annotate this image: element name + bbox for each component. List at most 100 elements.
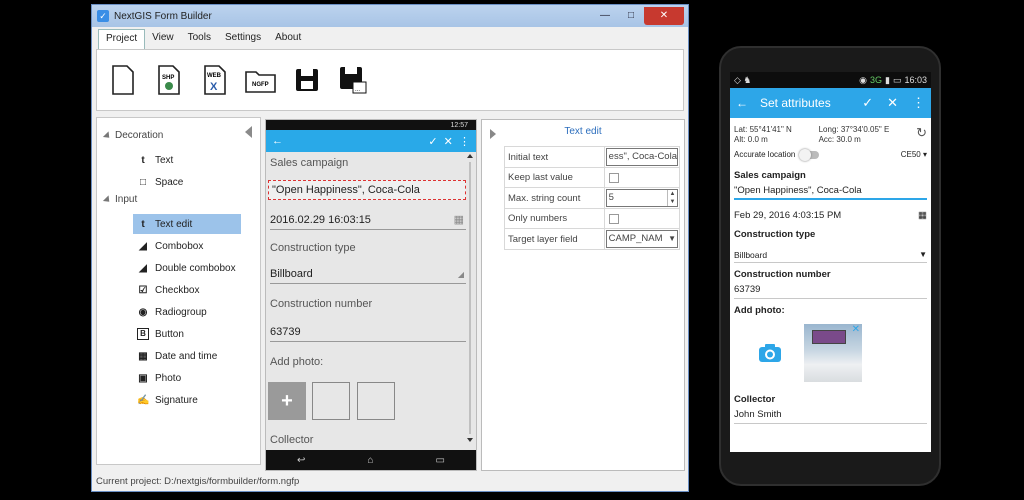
prop-label: Keep last value [504, 167, 605, 188]
preview-date-field[interactable]: 2016.02.29 16:03:15 ▦ [270, 212, 466, 230]
tree-item-signature[interactable]: ✍ Signature [133, 390, 241, 410]
target-layer-field-value: CAMP_NAM [608, 233, 663, 244]
preview-construction-number-field[interactable]: 63739 [270, 324, 466, 342]
accuracy: Acc: 30.0 m [818, 135, 861, 144]
ngfp-folder-icon[interactable]: NGFP [243, 60, 279, 100]
shp-file-icon[interactable]: SHP [151, 60, 187, 100]
apply-check-icon[interactable]: ✓ [862, 95, 873, 111]
menu-project[interactable]: Project [98, 29, 146, 49]
location-info: Lat: 55°41'41" N Alt: 0.0 m Long: 37°34'… [730, 118, 931, 145]
save-as-icon[interactable]: ... [335, 60, 371, 100]
prop-label: Max. string count [504, 187, 605, 209]
max-string-count-spinbox[interactable]: 5 ▲ ▼ [605, 189, 678, 207]
gps-icon: ◉ [859, 74, 867, 85]
photo-icon: ▣ [138, 372, 148, 384]
preview-actions: ✓ ✕ ⋮ [428, 135, 470, 148]
construction-type-select[interactable]: Billboard ▼ [734, 248, 927, 263]
target-layer-field-select[interactable]: CAMP_NAM ▼ [605, 230, 678, 248]
android-phone: ◇ ♞ ◉ 3G ▮ ▭ 16:03 ← Set attributes ✓ ✕ … [719, 46, 941, 486]
close-button[interactable]: ✕ [644, 7, 684, 25]
tree-item-combobox[interactable]: ◢ Combobox [133, 236, 241, 256]
tree-item-label: Checkbox [155, 284, 200, 296]
tree-item-button[interactable]: B Button [133, 324, 241, 344]
photo-thumbnail[interactable]: ✕ [804, 324, 862, 382]
preview-add-photo-label: Add photo: [270, 356, 324, 368]
maximize-button[interactable]: □ [618, 7, 644, 25]
initial-text-input[interactable]: ess", Coca-Cola [605, 148, 678, 166]
tree-item-radiogroup[interactable]: ◉ Radiogroup [133, 302, 241, 322]
preview-construction-type-value: Billboard [270, 268, 313, 280]
ce-select[interactable]: CE50 ▾ [901, 150, 927, 159]
menu-tools[interactable]: Tools [181, 29, 218, 49]
menu-view[interactable]: View [145, 29, 181, 49]
tree-item-space[interactable]: □ Space [133, 172, 241, 192]
menu-about[interactable]: About [268, 29, 308, 49]
preview-sales-campaign-field[interactable]: "Open Happiness", Coca-Cola [268, 180, 466, 200]
back-arrow-icon: ← [272, 135, 283, 147]
tree-item-text-edit[interactable]: t Text edit [133, 214, 241, 234]
camera-icon[interactable] [750, 333, 790, 373]
dropdown-corner-icon: ◢ [457, 270, 464, 279]
battery-icon: ▭ [892, 74, 902, 85]
group-input[interactable]: Input [102, 194, 137, 205]
home-nav-icon: ⌂ [367, 454, 374, 466]
tree-item-date-and-time[interactable]: ▦ Date and time [133, 346, 241, 366]
save-icon[interactable] [289, 60, 325, 100]
tree-item-checkbox[interactable]: ☑ Checkbox [133, 280, 241, 300]
web-file-icon[interactable]: WEB X [197, 60, 233, 100]
only-numbers-checkbox[interactable] [608, 213, 619, 224]
collector-input[interactable]: John Smith [734, 409, 927, 424]
altitude: Alt: 0.0 m [734, 135, 768, 144]
phone-time: 16:03 [904, 75, 927, 85]
prop-row: Target layer field CAMP_NAM ▼ [504, 228, 681, 250]
expand-caret-icon [102, 194, 113, 205]
collector-label: Collector [734, 394, 776, 405]
remove-photo-icon[interactable]: ✕ [852, 324, 860, 335]
phone-status-bar: ◇ ♞ ◉ 3G ▮ ▭ 16:03 [730, 72, 931, 88]
date-field[interactable]: Feb 29, 2016 4:03:15 PM ▦ [734, 208, 927, 223]
ce-value: CE50 [900, 150, 921, 159]
billboard-image [812, 330, 846, 344]
refresh-icon[interactable]: ↻ [916, 125, 927, 145]
date-value: Feb 29, 2016 4:03:15 PM [734, 209, 842, 221]
add-photo-plus-icon[interactable]: + [268, 382, 306, 420]
tree-item-photo[interactable]: ▣ Photo [133, 368, 241, 388]
accurate-location-toggle[interactable] [799, 148, 820, 161]
recent-nav-icon: ▭ [435, 454, 445, 466]
overflow-menu-icon[interactable]: ⋮ [912, 95, 925, 111]
text-icon: t [141, 154, 145, 166]
photo-slot[interactable] [357, 382, 395, 420]
prop-label: Only numbers [504, 208, 605, 229]
accurate-location-row: Accurate location CE50 ▾ [730, 145, 931, 164]
cancel-close-icon[interactable]: ✕ [887, 95, 898, 111]
signature-icon: ✍ [137, 394, 150, 406]
new-file-icon[interactable] [105, 60, 141, 100]
tree-item-label: Photo [155, 372, 182, 384]
calendar-icon[interactable]: ▦ [918, 210, 927, 222]
sales-campaign-input[interactable]: "Open Happiness", Coca-Cola [734, 185, 927, 200]
minimize-button[interactable]: — [592, 7, 618, 25]
construction-type-value: Billboard [734, 250, 768, 260]
collapse-arrow-icon[interactable] [245, 126, 252, 138]
tree-item-double-combobox[interactable]: ◢ Double combobox [133, 258, 241, 278]
keep-last-value-checkbox[interactable] [608, 172, 619, 183]
tree-item-text[interactable]: t Text [133, 150, 241, 170]
calendar-icon: ▦ [138, 350, 148, 362]
spinner-arrows-icon[interactable]: ▲ ▼ [667, 190, 677, 206]
group-decoration[interactable]: Decoration [102, 130, 164, 141]
prop-row: Max. string count 5 ▲ ▼ [504, 187, 681, 209]
properties-table: Initial text ess", Coca-Cola Keep last v… [504, 146, 681, 250]
back-arrow-icon[interactable]: ← [736, 96, 748, 110]
construction-type-label: Construction type [734, 229, 816, 240]
phone-toolbar-title: Set attributes [760, 96, 831, 110]
photo-slot[interactable] [312, 382, 350, 420]
properties-panel: Text edit Initial text ess", Coca-Cola K… [481, 119, 685, 471]
preview-construction-type-field[interactable]: Billboard ◢ [270, 266, 466, 284]
properties-title: Text edit [564, 126, 602, 137]
menu-settings[interactable]: Settings [218, 29, 268, 49]
preview-construction-number-label: Construction number [270, 298, 373, 310]
preview-scrollbar[interactable] [466, 154, 474, 444]
group-decoration-label: Decoration [115, 130, 164, 141]
expand-arrow-icon[interactable] [490, 129, 496, 139]
construction-number-input[interactable]: 63739 [734, 284, 927, 299]
